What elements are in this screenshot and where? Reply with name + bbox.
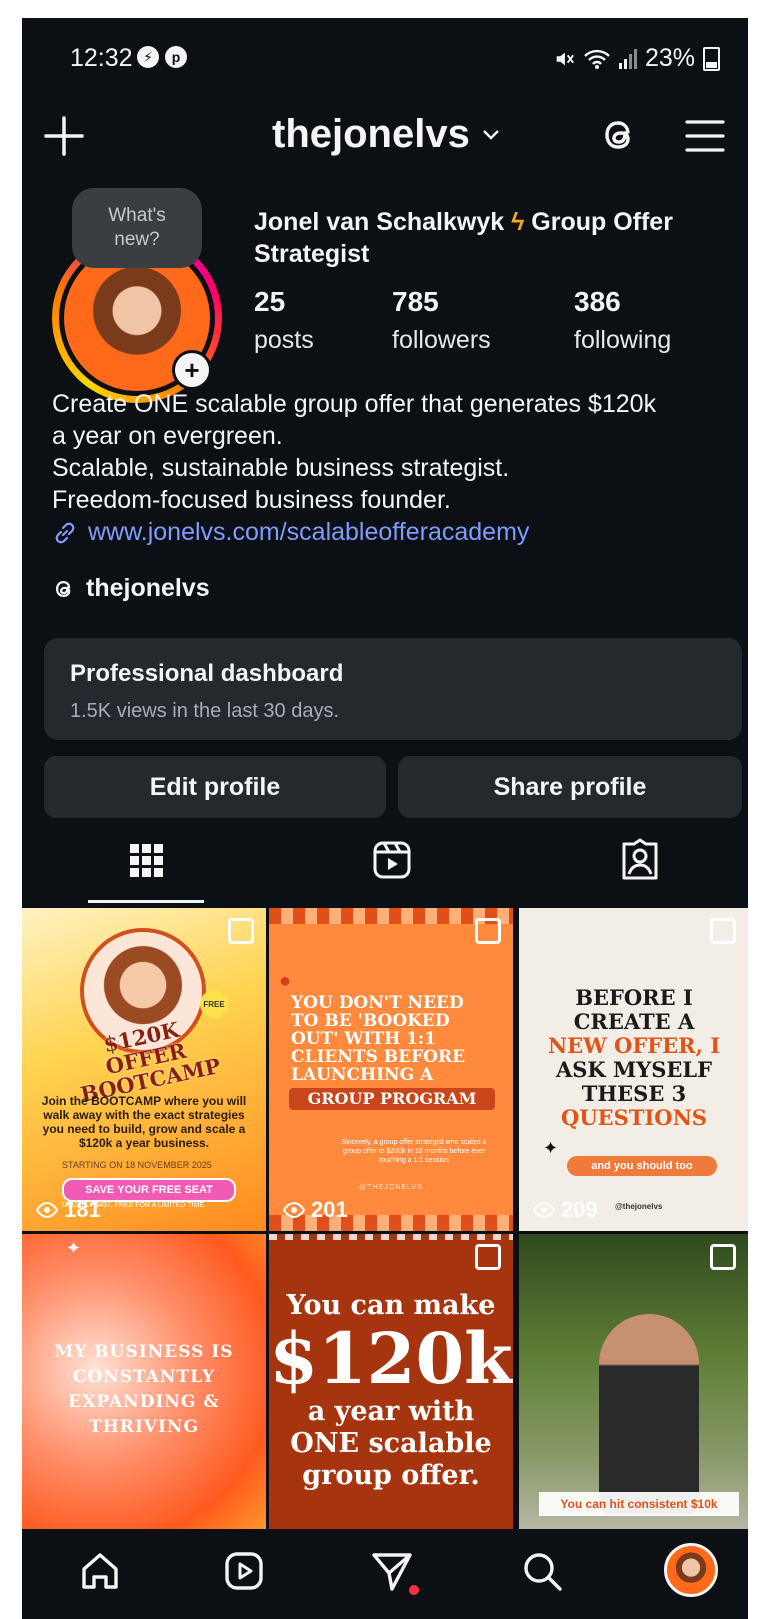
carousel-icon [228, 918, 254, 944]
status-right: 23% [553, 44, 720, 73]
carousel-icon [475, 1244, 501, 1270]
carousel-icon [710, 1244, 736, 1270]
post-views: 201 [283, 1197, 348, 1223]
status-time: 12:32 [70, 44, 133, 72]
sparkle-icon: ✦ [66, 1238, 82, 1258]
account-switcher[interactable]: thejonelvs [272, 112, 500, 157]
stat-followers[interactable]: 785 followers [392, 286, 491, 355]
disco-ball-icon: ✦ [543, 1138, 559, 1158]
threads-badge[interactable]: thejonelvs [52, 574, 210, 603]
signal-icon [618, 48, 637, 69]
profile-nav-avatar[interactable] [664, 1543, 718, 1597]
edit-profile-button[interactable]: Edit profile [44, 756, 386, 818]
battery-icon [703, 46, 720, 71]
wifi-icon [584, 49, 610, 69]
professional-dashboard[interactable]: Professional dashboard 1.5K views in the… [44, 638, 742, 740]
active-tab-indicator [88, 900, 204, 903]
post6-photo [599, 1314, 699, 1514]
share-profile-button[interactable]: Share profile [398, 756, 742, 818]
pinterest-icon: p [165, 46, 187, 68]
eye-icon [283, 1202, 305, 1218]
grid-tab-icon[interactable] [126, 838, 166, 882]
notification-dot [409, 1585, 419, 1595]
lightning-icon: ϟ [511, 208, 525, 236]
profile-bio: Create ONE scalable group offer that gen… [52, 390, 657, 514]
threads-small-icon [55, 580, 71, 597]
post3-handle: @thejonelvs [615, 1202, 663, 1211]
stat-posts[interactable]: 25 posts [254, 286, 314, 355]
messenger-icon: ⚡ [137, 46, 159, 68]
add-story-button[interactable]: + [172, 350, 212, 390]
stat-following[interactable]: 386 following [574, 286, 671, 355]
mute-icon [556, 52, 574, 65]
threads-icon[interactable] [598, 114, 640, 156]
post2-banner: GROUP PROGRAM [289, 1088, 495, 1110]
profile-header: thejonelvs [22, 98, 748, 168]
post6-caption: You can hit consistent $10k [539, 1492, 739, 1516]
bio-link[interactable]: www.jonelvs.com/scalableofferacademy [52, 518, 529, 547]
post-tile-2[interactable]: ● YOU DON'T NEED TO BE 'BOOKED OUT' WITH… [269, 908, 513, 1231]
reels-tab-icon[interactable] [372, 838, 412, 882]
post2-handle: @THEJONELVS [359, 1184, 423, 1191]
carousel-icon [710, 918, 736, 944]
search-icon[interactable] [520, 1549, 564, 1593]
carousel-icon [475, 918, 501, 944]
display-name: Jonel van Schalkwyk ϟ Group Offer Strate… [254, 208, 673, 268]
post3-pill: and you should too [567, 1156, 717, 1176]
bottom-nav [22, 1529, 748, 1619]
reels-nav-icon[interactable] [222, 1549, 266, 1593]
header-username: thejonelvs [272, 112, 470, 156]
post-views: 181 [36, 1197, 101, 1223]
post-tile-5[interactable]: You can make $120k a year with ONE scala… [269, 1234, 513, 1534]
cherry-icon: ● [279, 970, 292, 992]
eye-icon [533, 1202, 555, 1218]
post1-body: Join the BOOTCAMP where you will walk aw… [41, 1094, 247, 1150]
post1-date: STARTING ON 18 NOVEMBER 2025 [62, 1160, 212, 1170]
chevron-down-icon [482, 129, 499, 140]
battery-percent: 23% [644, 44, 695, 72]
post-views: 209 [533, 1197, 598, 1223]
home-icon[interactable] [78, 1549, 122, 1593]
profile-stats: 25 posts 785 followers 386 following [254, 286, 734, 366]
post2-small: Sincerely, a group offer strategist who … [341, 1139, 487, 1164]
whats-new-bubble[interactable]: What's new? [72, 188, 202, 268]
post-tile-3[interactable]: BEFORE I CREATE A NEW OFFER, I ASK MYSEL… [519, 908, 748, 1231]
create-plus-icon[interactable] [44, 116, 84, 156]
notification-icons: ⚡ p [137, 46, 187, 68]
send-direct-icon[interactable] [370, 1549, 414, 1593]
status-bar: 12:32 ⚡ p 23% [22, 18, 748, 88]
tagged-tab-icon[interactable] [620, 838, 660, 882]
post-tile-6[interactable]: You can hit consistent $10k [519, 1234, 748, 1534]
plus-icon: + [175, 353, 209, 387]
post-tile-1[interactable]: FREE $120K OFFER BOOTCAMP Join the BOOTC… [22, 908, 266, 1231]
phone-screen: 12:32 ⚡ p 23% thejonelvs + What's new? J… [22, 18, 748, 1619]
eye-icon [36, 1202, 58, 1218]
post-tile-4[interactable]: ✦ MY BUSINESS IS CONSTANTLY EXPANDING & … [22, 1234, 266, 1534]
link-icon [55, 522, 75, 543]
hamburger-menu-icon[interactable] [684, 116, 726, 156]
